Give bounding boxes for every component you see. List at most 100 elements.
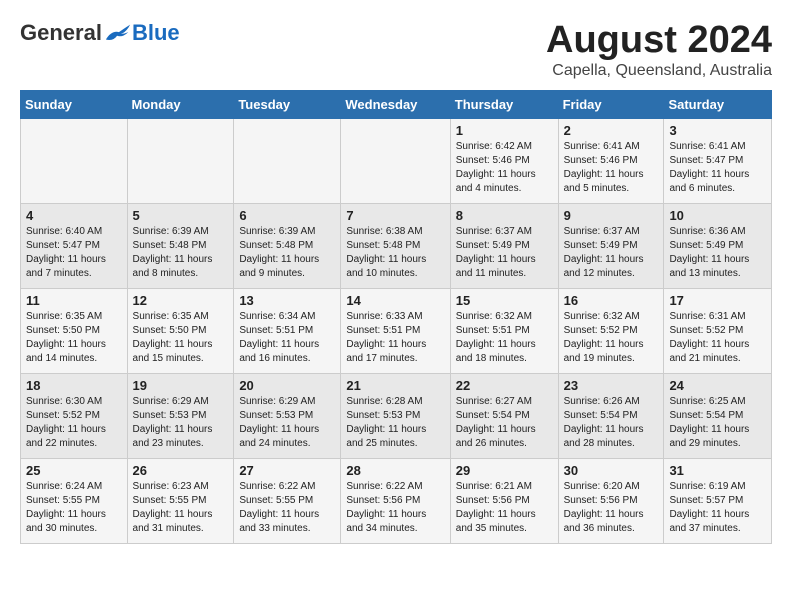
cell-info: Sunrise: 6:22 AM Sunset: 5:56 PM Dayligh…: [346, 480, 444, 536]
day-number: 8: [456, 208, 553, 223]
day-number: 11: [26, 293, 122, 308]
calendar-cell: 22 Sunrise: 6:27 AM Sunset: 5:54 PM Dayli…: [450, 373, 558, 458]
calendar-cell: 30 Sunrise: 6:20 AM Sunset: 5:56 PM Dayli…: [558, 458, 664, 543]
day-number: 15: [456, 293, 553, 308]
cell-info: Sunrise: 6:28 AM Sunset: 5:53 PM Dayligh…: [346, 395, 444, 451]
calendar-cell: 7 Sunrise: 6:38 AM Sunset: 5:48 PM Daylig…: [341, 203, 450, 288]
calendar-cell: 29Sunrise: 6:21 AM Sunset: 5:56 PM Dayli…: [450, 458, 558, 543]
cell-info: Sunrise: 6:35 AM Sunset: 5:50 PM Dayligh…: [133, 310, 229, 366]
cell-info: Sunrise: 6:26 AM Sunset: 5:54 PM Dayligh…: [564, 395, 659, 451]
cell-info: Sunrise: 6:23 AM Sunset: 5:55 PM Dayligh…: [133, 480, 229, 536]
day-number: 17: [669, 293, 766, 308]
logo-blue-text: Blue: [132, 20, 180, 46]
cell-info: Sunrise: 6:30 AM Sunset: 5:52 PM Dayligh…: [26, 395, 122, 451]
day-number: 16: [564, 293, 659, 308]
calendar-week-row: 25 Sunrise: 6:24 AM Sunset: 5:55 PM Dayli…: [21, 458, 772, 543]
calendar-cell: 16 Sunrise: 6:32 AM Sunset: 5:52 PM Dayli…: [558, 288, 664, 373]
calendar-cell: 2Sunrise: 6:41 AM Sunset: 5:46 PM Daylig…: [558, 118, 664, 203]
day-number: 21: [346, 378, 444, 393]
weekday-header-sunday: Sunday: [21, 90, 128, 118]
calendar-cell: 5 Sunrise: 6:39 AM Sunset: 5:48 PM Daylig…: [127, 203, 234, 288]
cell-info: Sunrise: 6:24 AM Sunset: 5:55 PM Dayligh…: [26, 480, 122, 536]
calendar-table: SundayMondayTuesdayWednesdayThursdayFrid…: [20, 90, 772, 544]
weekday-header-saturday: Saturday: [664, 90, 772, 118]
calendar-cell: 13Sunrise: 6:34 AM Sunset: 5:51 PM Dayli…: [234, 288, 341, 373]
day-number: 24: [669, 378, 766, 393]
cell-info: Sunrise: 6:37 AM Sunset: 5:49 PM Dayligh…: [456, 225, 553, 281]
calendar-cell: 17 Sunrise: 6:31 AM Sunset: 5:52 PM Dayli…: [664, 288, 772, 373]
calendar-cell: 10 Sunrise: 6:36 AM Sunset: 5:49 PM Dayli…: [664, 203, 772, 288]
cell-info: Sunrise: 6:38 AM Sunset: 5:48 PM Dayligh…: [346, 225, 444, 281]
weekday-header-monday: Monday: [127, 90, 234, 118]
cell-info: Sunrise: 6:34 AM Sunset: 5:51 PM Dayligh…: [239, 310, 335, 366]
calendar-cell: 8 Sunrise: 6:37 AM Sunset: 5:49 PM Daylig…: [450, 203, 558, 288]
cell-info: Sunrise: 6:39 AM Sunset: 5:48 PM Dayligh…: [133, 225, 229, 281]
day-number: 5: [133, 208, 229, 223]
title-block: August 2024 Capella, Queensland, Austral…: [546, 20, 772, 80]
calendar-week-row: 4 Sunrise: 6:40 AM Sunset: 5:47 PM Daylig…: [21, 203, 772, 288]
cell-info: Sunrise: 6:21 AM Sunset: 5:56 PM Dayligh…: [456, 480, 553, 536]
day-number: 23: [564, 378, 659, 393]
cell-info: Sunrise: 6:37 AM Sunset: 5:49 PM Dayligh…: [564, 225, 659, 281]
weekday-header-tuesday: Tuesday: [234, 90, 341, 118]
day-number: 10: [669, 208, 766, 223]
day-number: 2: [564, 123, 659, 138]
day-number: 30: [564, 463, 659, 478]
day-number: 28: [346, 463, 444, 478]
cell-info: Sunrise: 6:27 AM Sunset: 5:54 PM Dayligh…: [456, 395, 553, 451]
calendar-cell: 14 Sunrise: 6:33 AM Sunset: 5:51 PM Dayli…: [341, 288, 450, 373]
weekday-header-row: SundayMondayTuesdayWednesdayThursdayFrid…: [21, 90, 772, 118]
calendar-cell: 23 Sunrise: 6:26 AM Sunset: 5:54 PM Dayli…: [558, 373, 664, 458]
cell-info: Sunrise: 6:20 AM Sunset: 5:56 PM Dayligh…: [564, 480, 659, 536]
cell-info: Sunrise: 6:40 AM Sunset: 5:47 PM Dayligh…: [26, 225, 122, 281]
calendar-cell: [234, 118, 341, 203]
day-number: 3: [669, 123, 766, 138]
day-number: 25: [26, 463, 122, 478]
day-number: 12: [133, 293, 229, 308]
cell-info: Sunrise: 6:33 AM Sunset: 5:51 PM Dayligh…: [346, 310, 444, 366]
logo-general-text: General: [20, 20, 102, 46]
calendar-week-row: 1Sunrise: 6:42 AM Sunset: 5:46 PM Daylig…: [21, 118, 772, 203]
calendar-cell: 26Sunrise: 6:23 AM Sunset: 5:55 PM Dayli…: [127, 458, 234, 543]
day-number: 18: [26, 378, 122, 393]
logo-bird-icon: [104, 22, 132, 44]
cell-info: Sunrise: 6:35 AM Sunset: 5:50 PM Dayligh…: [26, 310, 122, 366]
cell-info: Sunrise: 6:25 AM Sunset: 5:54 PM Dayligh…: [669, 395, 766, 451]
calendar-cell: 11 Sunrise: 6:35 AM Sunset: 5:50 PM Dayli…: [21, 288, 128, 373]
calendar-cell: 31 Sunrise: 6:19 AM Sunset: 5:57 PM Dayli…: [664, 458, 772, 543]
calendar-cell: 15Sunrise: 6:32 AM Sunset: 5:51 PM Dayli…: [450, 288, 558, 373]
calendar-cell: 27 Sunrise: 6:22 AM Sunset: 5:55 PM Dayli…: [234, 458, 341, 543]
logo: General Blue: [20, 20, 180, 46]
day-number: 20: [239, 378, 335, 393]
cell-info: Sunrise: 6:29 AM Sunset: 5:53 PM Dayligh…: [133, 395, 229, 451]
cell-info: Sunrise: 6:42 AM Sunset: 5:46 PM Dayligh…: [456, 140, 553, 196]
calendar-cell: 9 Sunrise: 6:37 AM Sunset: 5:49 PM Daylig…: [558, 203, 664, 288]
day-number: 22: [456, 378, 553, 393]
cell-info: Sunrise: 6:36 AM Sunset: 5:49 PM Dayligh…: [669, 225, 766, 281]
day-number: 4: [26, 208, 122, 223]
day-number: 14: [346, 293, 444, 308]
weekday-header-thursday: Thursday: [450, 90, 558, 118]
calendar-cell: 25 Sunrise: 6:24 AM Sunset: 5:55 PM Dayli…: [21, 458, 128, 543]
cell-info: Sunrise: 6:29 AM Sunset: 5:53 PM Dayligh…: [239, 395, 335, 451]
weekday-header-friday: Friday: [558, 90, 664, 118]
cell-info: Sunrise: 6:32 AM Sunset: 5:52 PM Dayligh…: [564, 310, 659, 366]
cell-info: Sunrise: 6:22 AM Sunset: 5:55 PM Dayligh…: [239, 480, 335, 536]
cell-info: Sunrise: 6:31 AM Sunset: 5:52 PM Dayligh…: [669, 310, 766, 366]
calendar-cell: [341, 118, 450, 203]
cell-info: Sunrise: 6:19 AM Sunset: 5:57 PM Dayligh…: [669, 480, 766, 536]
calendar-cell: 12 Sunrise: 6:35 AM Sunset: 5:50 PM Dayli…: [127, 288, 234, 373]
calendar-cell: 19Sunrise: 6:29 AM Sunset: 5:53 PM Dayli…: [127, 373, 234, 458]
location-text: Capella, Queensland, Australia: [546, 62, 772, 80]
day-number: 7: [346, 208, 444, 223]
cell-info: Sunrise: 6:41 AM Sunset: 5:47 PM Dayligh…: [669, 140, 766, 196]
calendar-cell: 4 Sunrise: 6:40 AM Sunset: 5:47 PM Daylig…: [21, 203, 128, 288]
calendar-cell: 28 Sunrise: 6:22 AM Sunset: 5:56 PM Dayli…: [341, 458, 450, 543]
day-number: 9: [564, 208, 659, 223]
day-number: 27: [239, 463, 335, 478]
calendar-week-row: 18 Sunrise: 6:30 AM Sunset: 5:52 PM Dayli…: [21, 373, 772, 458]
calendar-cell: 20 Sunrise: 6:29 AM Sunset: 5:53 PM Dayli…: [234, 373, 341, 458]
month-title: August 2024: [546, 20, 772, 62]
calendar-cell: [127, 118, 234, 203]
day-number: 31: [669, 463, 766, 478]
